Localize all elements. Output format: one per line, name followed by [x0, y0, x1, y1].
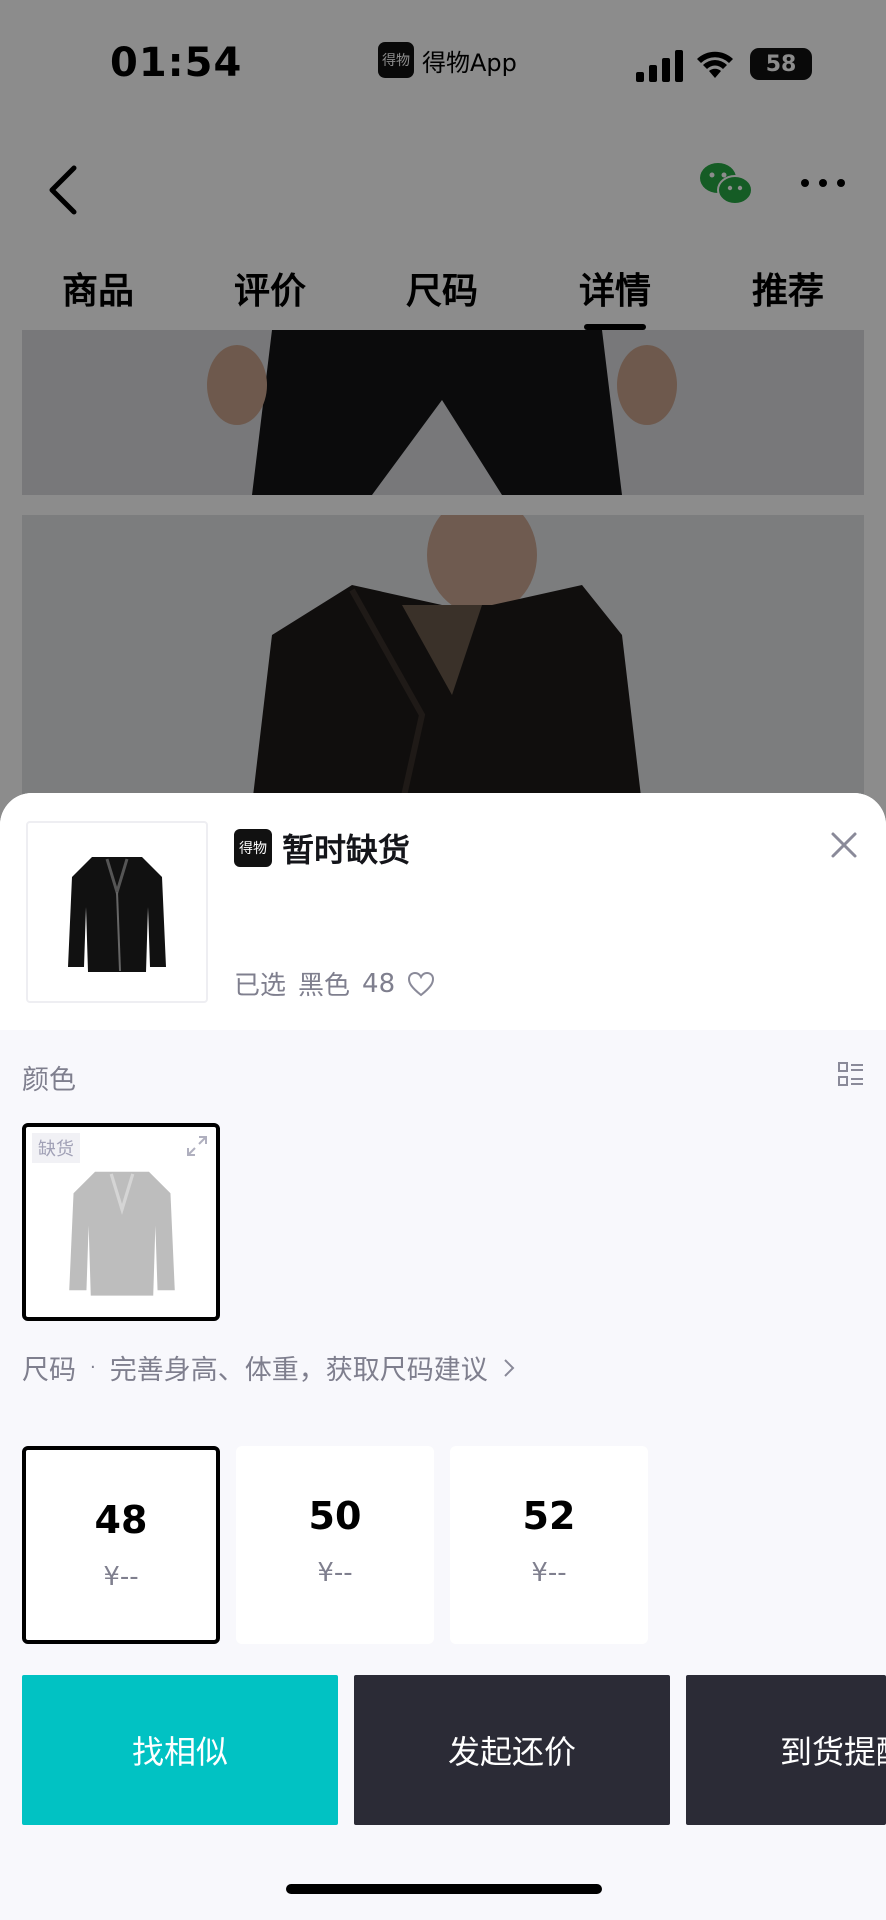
out-of-stock-badge: 缺货: [32, 1133, 80, 1163]
size-number: 52: [522, 1494, 576, 1538]
size-price: ¥--: [317, 1558, 353, 1588]
sheet-header: 得物 暂时缺货 已选 黑色 48: [0, 793, 886, 1030]
brand-logo-icon: 得物: [234, 829, 272, 867]
chevron-right-icon: [504, 1358, 515, 1377]
find-similar-button[interactable]: 找相似: [22, 1675, 338, 1825]
size-option[interactable]: 48 ¥--: [22, 1446, 220, 1644]
size-option[interactable]: 50 ¥--: [236, 1446, 434, 1644]
color-option-black[interactable]: 缺货: [22, 1123, 220, 1321]
close-icon[interactable]: [830, 831, 858, 859]
heart-icon[interactable]: [407, 971, 435, 997]
size-option[interactable]: 52 ¥--: [450, 1446, 648, 1644]
size-price: ¥--: [103, 1562, 139, 1592]
size-number: 48: [94, 1498, 148, 1542]
restock-notify-button[interactable]: 到货提醒: [686, 1675, 886, 1825]
product-thumbnail[interactable]: [26, 821, 208, 1003]
stock-status: 暂时缺货: [282, 831, 411, 869]
separator-dot: ·: [90, 1357, 96, 1378]
size-number: 50: [308, 1494, 362, 1538]
bargain-button[interactable]: 发起还价: [354, 1675, 670, 1825]
selected-color: 黑色: [298, 971, 351, 1001]
size-section-header[interactable]: 尺码 · 完善身高、体重，获取尺码建议: [22, 1348, 516, 1387]
list-view-icon[interactable]: [838, 1062, 864, 1088]
jacket-image: [69, 1171, 175, 1296]
size-section-label: 尺码: [22, 1355, 76, 1386]
jacket-image: [68, 857, 166, 972]
home-indicator[interactable]: [286, 1884, 602, 1894]
size-price: ¥--: [531, 1558, 567, 1588]
selected-prefix: 已选: [234, 971, 287, 1001]
size-hint: 完善身高、体重，获取尺码建议: [109, 1355, 488, 1386]
stock-status-row: 得物 暂时缺货: [234, 825, 410, 871]
expand-icon[interactable]: [186, 1135, 208, 1157]
color-section-label: 颜色: [22, 1065, 76, 1096]
selected-summary: 已选 黑色 48: [234, 965, 435, 1002]
selected-size: 48: [362, 968, 396, 999]
